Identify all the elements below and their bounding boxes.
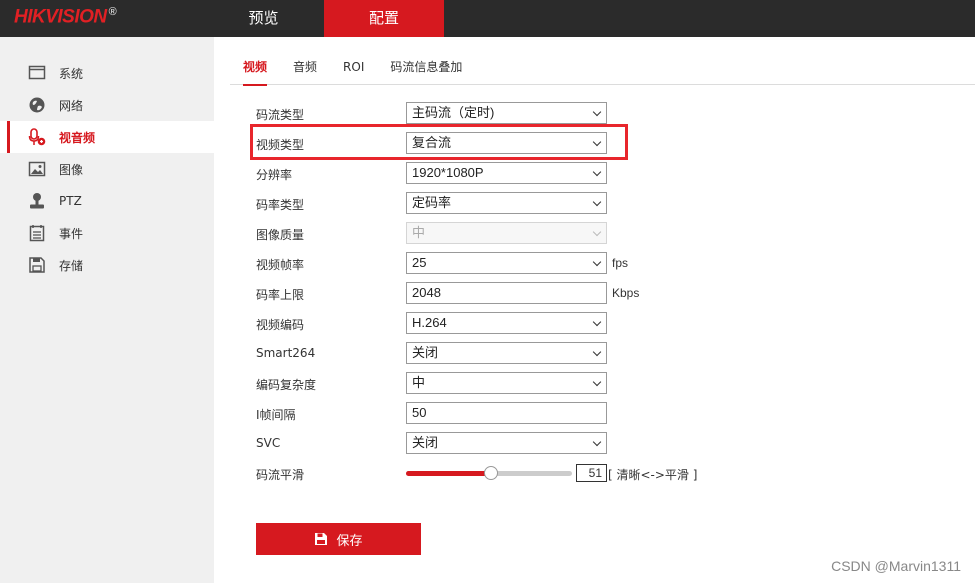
- image-quality-row: 图像质量 中: [256, 222, 756, 244]
- ptz-icon: [28, 192, 46, 210]
- watermark: CSDN @Marvin1311: [831, 558, 961, 574]
- sidebar-item-network[interactable]: 网络: [0, 89, 214, 121]
- i-frame-interval-row: I帧间隔 50: [256, 402, 756, 424]
- tab-stream-overlay[interactable]: 码流信息叠加: [377, 49, 475, 85]
- stream-type-label: 码流类型: [256, 108, 305, 122]
- video-encoding-row: 视频编码 H.264: [256, 312, 756, 334]
- stream-smoothing-slider[interactable]: [406, 466, 572, 480]
- image-icon: [28, 160, 46, 178]
- sidebar-item-label: 系统: [59, 66, 84, 81]
- microphone-icon: [28, 128, 46, 146]
- sidebar-item-label: PTZ: [59, 194, 82, 208]
- sidebar-item-label: 存储: [59, 258, 84, 273]
- config-tabs: 视频 音频 ROI 码流信息叠加: [230, 49, 975, 86]
- frame-rate-row: 视频帧率 25 fps: [256, 252, 756, 274]
- max-bitrate-unit: Kbps: [612, 286, 640, 300]
- sidebar-item-audio-video[interactable]: 视音频: [0, 121, 214, 153]
- svc-row: SVC 关闭: [256, 432, 756, 454]
- sidebar-item-ptz[interactable]: PTZ: [0, 185, 214, 217]
- sidebar-item-label: 视音频: [59, 130, 96, 145]
- top-nav: 预览 配置: [203, 0, 444, 37]
- stream-type-row: 码流类型 主码流（定时): [256, 102, 756, 124]
- slider-thumb[interactable]: [484, 466, 498, 480]
- encoding-complexity-row: 编码复杂度 中: [256, 372, 756, 394]
- image-quality-label: 图像质量: [256, 228, 305, 242]
- slider-fill: [406, 471, 491, 476]
- tab-video[interactable]: 视频: [230, 49, 280, 86]
- floppy-icon: [28, 256, 46, 274]
- svc-label: SVC: [256, 436, 281, 450]
- save-label: 保存: [336, 533, 363, 549]
- bitrate-type-label: 码率类型: [256, 198, 305, 212]
- stream-type-select[interactable]: 主码流（定时): [406, 102, 607, 124]
- sidebar-item-label: 事件: [59, 226, 84, 241]
- bitrate-type-select[interactable]: 定码率: [406, 192, 607, 214]
- resolution-select[interactable]: 1920*1080P: [406, 162, 607, 184]
- sidebar-item-label: 图像: [59, 162, 84, 177]
- resolution-label: 分辨率: [256, 168, 293, 182]
- encoding-complexity-label: 编码复杂度: [256, 378, 317, 392]
- nav-preview[interactable]: 预览: [203, 0, 324, 37]
- max-bitrate-label: 码率上限: [256, 288, 305, 302]
- video-encoding-label: 视频编码: [256, 318, 305, 332]
- smart264-row: Smart264 关闭: [256, 342, 756, 364]
- stream-smoothing-row: 码流平滑 51 [ 清晰<->平滑 ]: [256, 462, 756, 484]
- sidebar-item-label: 网络: [59, 98, 84, 113]
- i-frame-interval-label: I帧间隔: [256, 408, 296, 422]
- frame-rate-select[interactable]: 25: [406, 252, 607, 274]
- sidebar-item-image[interactable]: 图像: [0, 153, 214, 185]
- max-bitrate-row: 码率上限 2048 Kbps: [256, 282, 756, 304]
- svc-select[interactable]: 关闭: [406, 432, 607, 454]
- monitor-icon: [28, 64, 46, 82]
- top-bar: HIKVISION ® 预览 配置: [0, 0, 975, 37]
- list-icon: [28, 224, 46, 242]
- globe-icon: [28, 96, 46, 114]
- save-icon: [315, 533, 328, 545]
- sidebar: 系统 网络 视音频 图像 PTZ 事件 存储: [0, 37, 214, 583]
- logo: HIKVISION ®: [14, 6, 117, 28]
- frame-rate-unit: fps: [612, 256, 629, 270]
- sidebar-item-system[interactable]: 系统: [0, 57, 214, 89]
- sidebar-item-event[interactable]: 事件: [0, 217, 214, 249]
- tab-roi[interactable]: ROI: [330, 49, 377, 85]
- smart264-label: Smart264: [256, 346, 316, 360]
- i-frame-interval-input[interactable]: 50: [406, 402, 607, 424]
- stream-smoothing-value[interactable]: 51: [576, 464, 607, 482]
- video-encoding-select[interactable]: H.264: [406, 312, 607, 334]
- highlight-box: [250, 124, 628, 160]
- bitrate-type-row: 码率类型 定码率: [256, 192, 756, 214]
- smart264-select[interactable]: 关闭: [406, 342, 607, 364]
- nav-config[interactable]: 配置: [324, 0, 444, 37]
- frame-rate-label: 视频帧率: [256, 258, 305, 272]
- sidebar-item-storage[interactable]: 存储: [0, 249, 214, 281]
- max-bitrate-input[interactable]: 2048: [406, 282, 607, 304]
- image-quality-select: 中: [406, 222, 607, 244]
- save-button[interactable]: 保存: [256, 523, 421, 555]
- encoding-complexity-select[interactable]: 中: [406, 372, 607, 394]
- stream-smoothing-hint: [ 清晰<->平滑 ]: [608, 468, 698, 482]
- stream-smoothing-label: 码流平滑: [256, 468, 305, 482]
- resolution-row: 分辨率 1920*1080P: [256, 162, 756, 184]
- tab-audio[interactable]: 音频: [280, 49, 330, 85]
